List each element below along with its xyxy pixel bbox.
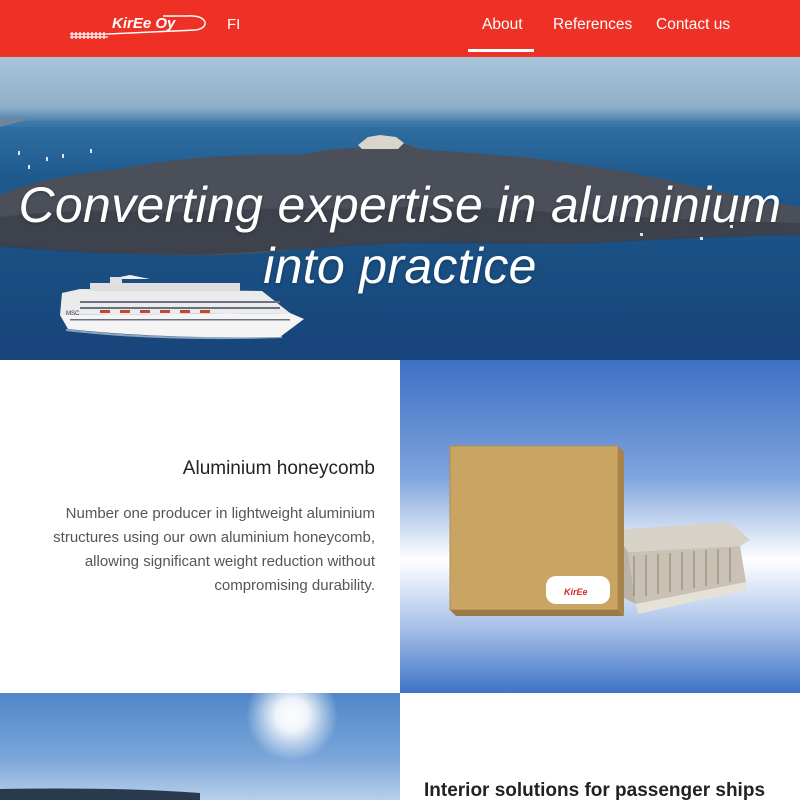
sun-glare [246,693,338,761]
nav-about[interactable]: About [482,16,523,34]
language-switch-fi[interactable]: FI [227,16,240,33]
sticker-text: KirEe [564,587,588,597]
section-body: Number one producer in lightweight alumi… [53,505,375,594]
honeycomb-panel-image: KirEe [400,360,800,693]
nav-contact-us[interactable]: Contact us [656,16,730,34]
honeycomb-sample [614,522,750,614]
kiree-logo[interactable]: KirEe Oy [68,12,208,42]
interior-section-image [0,693,400,800]
hero-banner: MSC Converting expertise in aluminium in… [0,57,800,360]
nav-references[interactable]: References [553,16,632,34]
section-heading: Aluminium honeycomb [182,458,375,479]
hero-title: Converting expertise in aluminium into p… [18,177,782,294]
interior-section: Interior solutions for passenger ships [400,693,800,800]
site-header: KirEe Oy FI About References Contact us [0,0,800,57]
ship-logo-text: MSC [66,311,80,317]
section-heading: Interior solutions for passenger ships [424,780,766,800]
kiree-sticker: KirEe [546,576,610,604]
honeycomb-section: Aluminium honeycomb Number one producer … [0,360,400,693]
nav-active-indicator [468,49,534,52]
logo-text: KirEe Oy [112,15,176,32]
